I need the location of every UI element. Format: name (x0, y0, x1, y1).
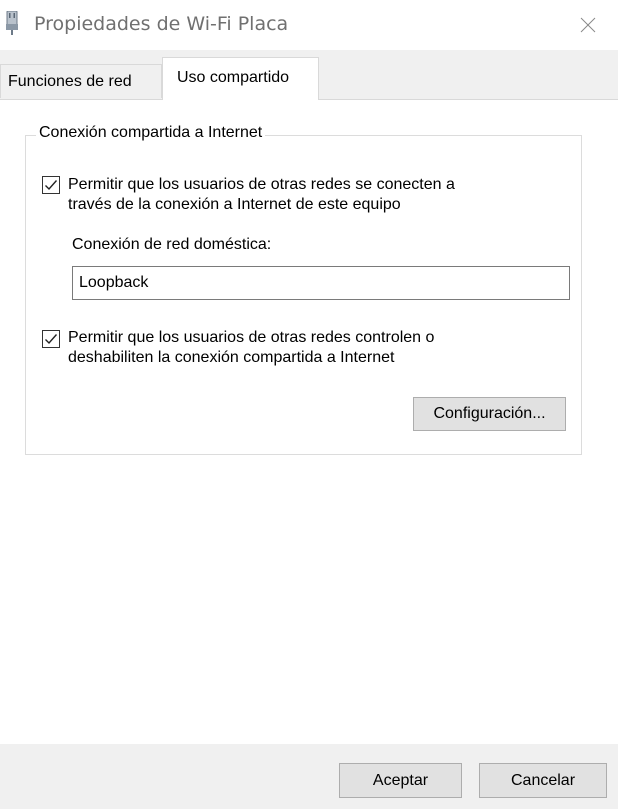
allow-connect-label-line1: Permitir que los usuarios de otras redes… (68, 176, 455, 193)
groupbox-title: Conexión compartida a Internet (36, 124, 266, 142)
title-bar: Propiedades de Wi-Fi Placa (0, 0, 618, 50)
checkmark-icon (45, 180, 58, 191)
home-network-field[interactable]: Loopback (72, 266, 570, 300)
home-network-label: Conexión de red doméstica: (72, 236, 272, 253)
tab-sharing[interactable]: Uso compartido (162, 57, 319, 100)
allow-control-checkbox[interactable] (42, 330, 60, 348)
ok-button[interactable]: Aceptar (339, 763, 462, 798)
allow-connect-checkbox[interactable] (42, 176, 60, 194)
settings-button[interactable]: Configuración... (413, 397, 566, 431)
close-icon[interactable] (572, 10, 604, 40)
allow-control-label-line2: deshabiliten la conexión compartida a In… (68, 349, 395, 366)
tab-panel-sharing: Conexión compartida a Internet Permitir … (0, 99, 618, 744)
tab-network-functions[interactable]: Funciones de red (0, 64, 162, 98)
allow-connect-label-line2: través de la conexión a Internet de este… (68, 196, 401, 213)
checkmark-icon (45, 334, 58, 345)
allow-control-label-line1: Permitir que los usuarios de otras redes… (68, 329, 435, 346)
window-title: Propiedades de Wi-Fi Placa (34, 13, 289, 35)
network-adapter-icon (6, 11, 18, 35)
cancel-button[interactable]: Cancelar (479, 763, 607, 798)
